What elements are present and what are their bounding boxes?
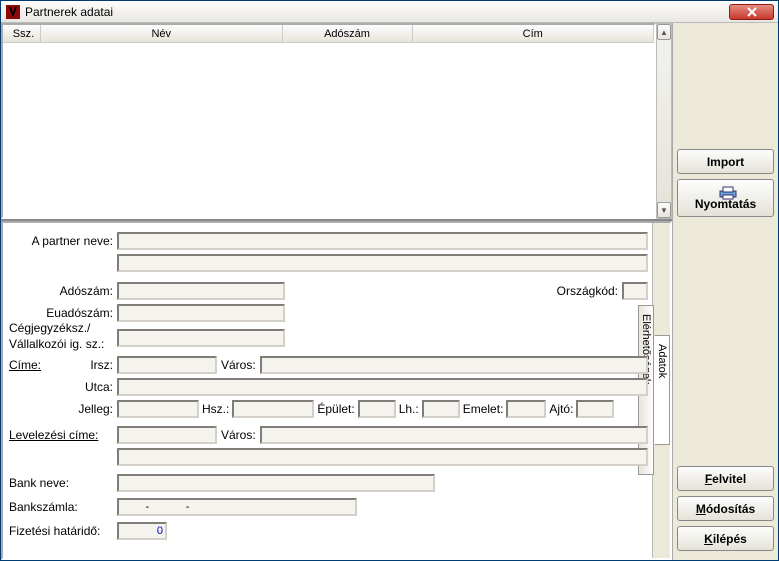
label-lh: Lh.: [396, 402, 422, 416]
label-orszagkod: Országkód: [557, 284, 622, 298]
label-partner-neve: A partner neve: [7, 234, 117, 248]
label-adoszam: Adószám: [7, 284, 117, 298]
input-ajto[interactable] [576, 400, 614, 418]
input-partner-neve[interactable] [117, 232, 648, 250]
label-cime: Címe: [7, 358, 53, 372]
close-icon [746, 7, 758, 17]
input-epulet[interactable] [358, 400, 396, 418]
column-ssz[interactable]: Ssz. [3, 25, 41, 42]
grid-scrollbar[interactable]: ▲ ▼ [656, 23, 672, 219]
felvitel-button[interactable]: Felvitel [677, 466, 774, 491]
label-vallalkozoi: Vállalkozói ig. sz.: [7, 337, 117, 351]
label-emelet: Emelet: [460, 402, 507, 416]
input-orszagkod[interactable] [622, 282, 648, 300]
label-lev-varos: Város: [217, 428, 260, 442]
label-bank-neve: Bank neve: [7, 476, 117, 490]
column-nev[interactable]: Név [41, 25, 283, 42]
input-lev-varos[interactable] [260, 426, 648, 444]
sidebar: Import Nyomtatás Felvitel Módosítás Kilé… [673, 23, 778, 560]
label-varos: Város: [217, 358, 260, 372]
print-button-label: Nyomtatás [695, 197, 756, 211]
label-irsz: Irsz: [53, 358, 117, 372]
label-hsz: Hsz.: [199, 402, 232, 416]
import-button[interactable]: Import [677, 149, 774, 174]
scroll-up-icon[interactable]: ▲ [657, 24, 671, 40]
input-varos[interactable] [260, 356, 648, 374]
main-panel: Ssz. Név Adószám Cím ▲ ▼ A partner ne [1, 23, 673, 560]
window-title: Partnerek adatai [25, 5, 729, 19]
input-hsz[interactable] [232, 400, 314, 418]
label-ajto: Ajtó: [546, 402, 576, 416]
vertical-tabs: Adatok Elérhetőségek [652, 223, 670, 558]
input-partner-neve-2[interactable] [117, 254, 648, 272]
data-grid[interactable]: Ssz. Név Adószám Cím [1, 23, 656, 219]
label-euadoszam: Euadószám: [7, 306, 117, 320]
app-window: Partnerek adatai Ssz. Név Adószám Cím ▲ [0, 0, 779, 561]
label-bankszamla: Bankszámla: [7, 500, 117, 514]
input-emelet[interactable] [506, 400, 546, 418]
app-icon [6, 5, 20, 19]
scroll-down-icon[interactable]: ▼ [657, 202, 671, 218]
close-button[interactable] [729, 4, 774, 20]
input-fizetesi[interactable] [117, 522, 167, 540]
input-bankszamla[interactable] [117, 498, 357, 516]
label-utca: Utca: [7, 380, 117, 394]
input-lh[interactable] [422, 400, 460, 418]
input-lev-irsz[interactable] [117, 426, 217, 444]
input-jelleg[interactable] [117, 400, 199, 418]
input-irsz[interactable] [117, 356, 217, 374]
label-jelleg: Jelleg: [7, 402, 117, 416]
modositas-button[interactable]: Módosítás [677, 496, 774, 521]
titlebar: Partnerek adatai [1, 1, 778, 23]
input-bank-neve[interactable] [117, 474, 435, 492]
label-cegjegyzek: Cégjegyzéksz./ [7, 321, 117, 335]
column-cim[interactable]: Cím [413, 25, 655, 42]
input-utca[interactable] [117, 378, 648, 396]
label-levelezesi: Levelezési címe: [7, 428, 117, 442]
kilepes-button[interactable]: Kilépés [677, 526, 774, 551]
print-button[interactable]: Nyomtatás [677, 179, 774, 217]
input-cegjegyzek[interactable] [117, 329, 285, 347]
grid-area: Ssz. Név Adószám Cím ▲ ▼ [1, 23, 672, 221]
column-adoszam[interactable]: Adószám [283, 25, 413, 42]
form-panel: A partner neve: Adószám: Országkód: [1, 221, 672, 560]
tab-adatok[interactable]: Adatok [654, 335, 670, 445]
label-fizetesi: Fizetési határidő: [7, 524, 117, 538]
scroll-track[interactable] [657, 40, 671, 202]
grid-header: Ssz. Név Adószám Cím [3, 25, 654, 43]
input-adoszam[interactable] [117, 282, 285, 300]
input-lev-utca[interactable] [117, 448, 648, 466]
printer-icon [716, 186, 736, 196]
label-epulet: Épület: [314, 402, 357, 416]
